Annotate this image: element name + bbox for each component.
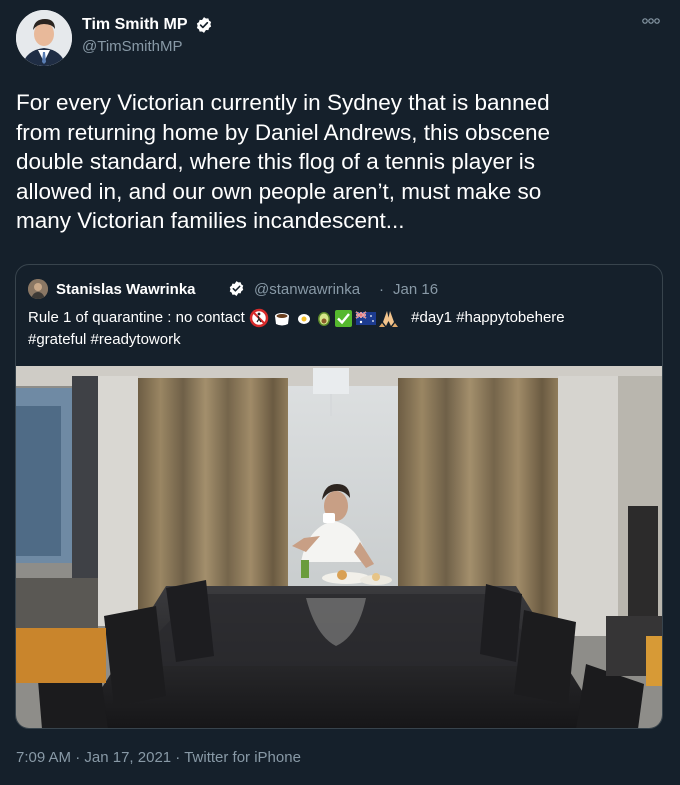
tweet-date[interactable]: Jan 17, 2021 (84, 749, 171, 766)
tweet-header: Tim Smith MP @TimSmithMP (16, 10, 664, 66)
australia-flag-icon (355, 311, 376, 326)
fried-egg-icon (297, 314, 310, 325)
author-handle[interactable]: @TimSmithMP (82, 38, 213, 55)
quoted-tweet[interactable]: Stanislas Wawrinka @stanwawrinka · Jan 1… (15, 264, 663, 729)
no-pedestrians-icon (249, 308, 269, 328)
quoted-text-lead: Rule 1 of quarantine : no contact (28, 309, 249, 326)
quoted-verified-badge-icon (229, 281, 244, 296)
avocado-icon (317, 312, 330, 327)
hashtags-line-2[interactable]: #grateful #readytowork (28, 331, 181, 348)
quoted-date: Jan 16 (393, 281, 439, 298)
tweet-source[interactable]: Twitter for iPhone (184, 749, 301, 766)
hashtags-line-1[interactable]: #day1 #happytobehere (411, 309, 564, 326)
quoted-handle: @stanwawrinka (254, 281, 361, 298)
footer-separator-1: · (71, 749, 85, 766)
folded-hands-icon (378, 311, 398, 328)
tweet-footer: 7:09 AM · Jan 17, 2021 · Twitter for iPh… (16, 749, 301, 766)
author-display-name[interactable]: Tim Smith MP (82, 16, 188, 34)
more-options-icon[interactable] (640, 14, 662, 28)
footer-separator-2: · (171, 749, 185, 766)
quoted-author-avatar (28, 279, 48, 299)
author-avatar[interactable] (16, 10, 72, 66)
emoji-sequence-icon (249, 308, 398, 328)
author-names: Tim Smith MP @TimSmithMP (82, 16, 213, 55)
quoted-separator: · (379, 281, 384, 298)
tweet-time[interactable]: 7:09 AM (16, 749, 71, 766)
tweet-text: For every Victorian currently in Sydney … (16, 90, 551, 233)
verified-badge-icon (196, 17, 212, 33)
quoted-photo[interactable] (16, 366, 662, 728)
coffee-icon (274, 313, 289, 326)
quoted-text: Rule 1 of quarantine : no contact #day1 … (28, 307, 648, 351)
tweet-card: Tim Smith MP @TimSmithMP For every Victo… (0, 0, 680, 785)
check-mark-icon (334, 310, 352, 328)
quoted-display-name: Stanislas Wawrinka (56, 281, 196, 298)
